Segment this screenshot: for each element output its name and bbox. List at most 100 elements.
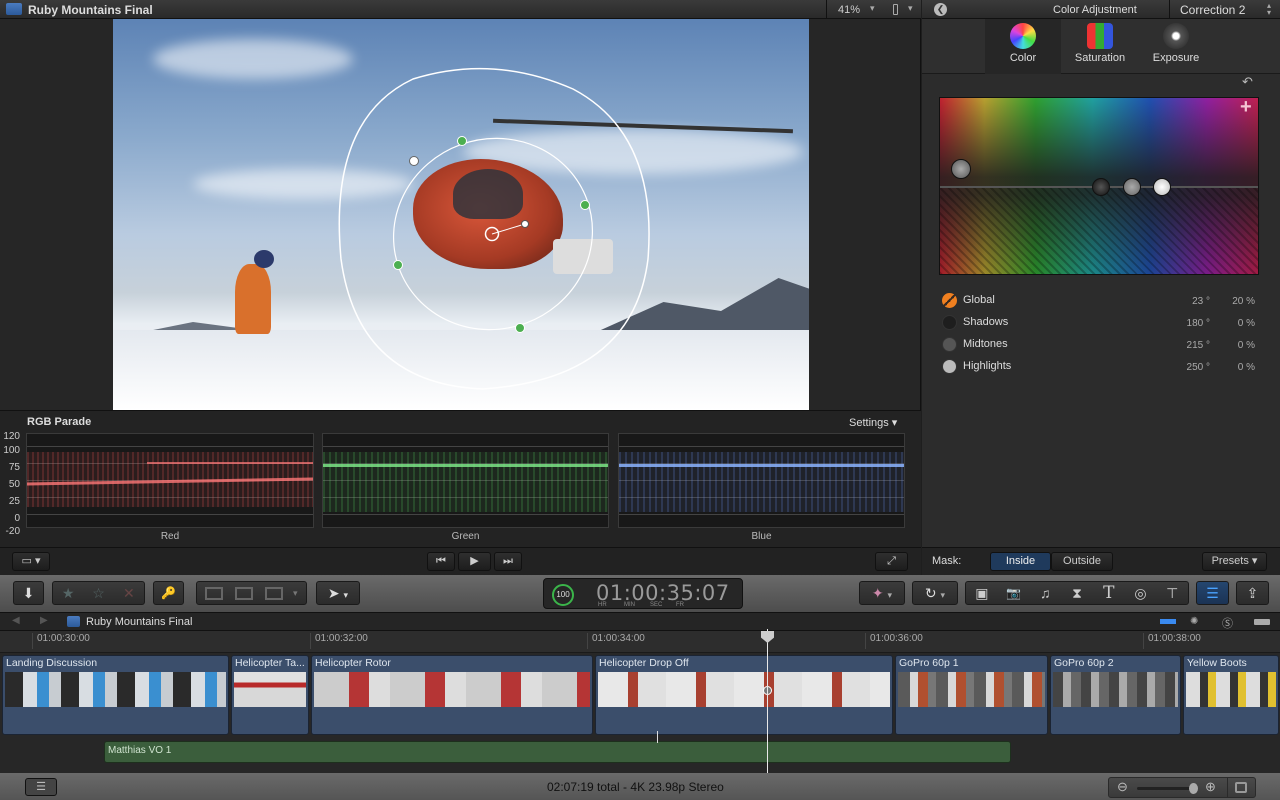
timeline-clip[interactable]: Yellow Boots: [1183, 655, 1279, 735]
clip-title: Helicopter Drop Off: [599, 657, 689, 669]
mask-outside-button[interactable]: Outside: [1051, 552, 1113, 571]
row-angle[interactable]: 215 °: [1162, 340, 1210, 351]
skimming-icon[interactable]: [1160, 619, 1176, 624]
themes-browser-icon[interactable]: ⊤: [1156, 582, 1188, 604]
control-row-global[interactable]: Global 23 ° 20 %: [942, 292, 1262, 312]
zoom-out-icon[interactable]: ⊖: [1117, 779, 1128, 795]
favorite-icon[interactable]: ★: [53, 582, 83, 604]
tab-label: Color: [1009, 52, 1037, 64]
viewer-layout-button[interactable]: ▭ ▾: [12, 552, 50, 571]
previous-icon: ⏮: [436, 555, 446, 567]
share-button[interactable]: ⇪: [1236, 581, 1269, 605]
audio-clip-title: Matthias VO 1: [108, 745, 172, 756]
color-board[interactable]: +: [939, 97, 1259, 275]
generators-browser-icon[interactable]: ◎: [1125, 582, 1157, 604]
music-browser-icon[interactable]: ♫: [1029, 582, 1061, 604]
row-percent[interactable]: 0 %: [1222, 318, 1255, 329]
playhead[interactable]: [767, 629, 768, 773]
photo-browser-icon[interactable]: 📷: [998, 582, 1030, 604]
mask-handle[interactable]: [393, 260, 403, 270]
solo-icon[interactable]: Ⓢ: [1222, 615, 1233, 631]
connect-icon[interactable]: [205, 587, 223, 600]
tab-saturation[interactable]: Saturation: [1062, 19, 1138, 74]
retime-button[interactable]: ↻ ▾: [912, 581, 958, 605]
snapping-icon[interactable]: [1254, 619, 1270, 625]
effects-browser-icon[interactable]: ▣: [966, 582, 998, 604]
forward-history-icon[interactable]: ▶: [40, 615, 48, 626]
correction-selector[interactable]: Correction 2: [1180, 3, 1245, 17]
clip-appearance-icon[interactable]: [1235, 782, 1247, 793]
fullscreen-button[interactable]: ⤢: [875, 552, 908, 571]
scope-title: RGB Parade: [27, 416, 92, 428]
add-icon[interactable]: +: [1240, 98, 1252, 119]
view-options-icon[interactable]: [893, 4, 898, 15]
view-options-dropdown-icon[interactable]: ▾: [908, 3, 913, 14]
shadows-puck[interactable]: [1092, 178, 1110, 196]
control-row-midtones[interactable]: Midtones 215 ° 0 %: [942, 336, 1262, 356]
background-tasks-progress[interactable]: 100: [552, 584, 574, 606]
mask-feather-outline[interactable]: [338, 67, 650, 390]
row-percent[interactable]: 20 %: [1222, 296, 1255, 307]
append-icon[interactable]: [265, 587, 283, 600]
transitions-browser-icon[interactable]: ⧗: [1061, 582, 1093, 604]
previous-edit-button[interactable]: ⏮: [427, 552, 455, 571]
mask-rotate-handle[interactable]: [409, 156, 419, 166]
shape-mask-overlay[interactable]: [113, 19, 809, 410]
mask-handle[interactable]: [580, 200, 590, 210]
control-row-shadows[interactable]: Shadows 180 ° 0 %: [942, 314, 1262, 334]
titles-browser-icon[interactable]: T: [1093, 582, 1125, 604]
insert-icon[interactable]: [235, 587, 253, 600]
timeline-clip[interactable]: Landing Discussion: [2, 655, 229, 735]
select-tool-button[interactable]: ➤ ▾: [316, 581, 360, 605]
next-edit-button[interactable]: ⏭: [494, 552, 522, 571]
import-button[interactable]: ⬇: [13, 581, 44, 605]
highlights-puck[interactable]: [1153, 178, 1171, 196]
back-history-icon[interactable]: ◀: [12, 615, 20, 626]
mask-inside-button[interactable]: Inside: [990, 552, 1051, 571]
zoom-level[interactable]: 41%: [838, 4, 860, 16]
row-angle[interactable]: 250 °: [1162, 362, 1210, 373]
clip-filmstrip: [598, 672, 890, 707]
row-percent[interactable]: 0 %: [1222, 362, 1255, 373]
unrate-icon[interactable]: ☆: [83, 582, 113, 604]
timeline-clip[interactable]: GoPro 60p 2: [1050, 655, 1181, 735]
y-tick: 0: [14, 513, 20, 524]
timeline-index-button[interactable]: ☰: [25, 778, 57, 796]
midtones-puck[interactable]: [1123, 178, 1141, 196]
zoom-in-icon[interactable]: ⊕: [1205, 779, 1216, 795]
row-angle[interactable]: 180 °: [1162, 318, 1210, 329]
arrow-icon: ➤: [327, 585, 340, 601]
play-button[interactable]: ▶: [458, 552, 491, 571]
enhance-button[interactable]: ✦ ▾: [859, 581, 905, 605]
presets-button[interactable]: Presets ▾: [1202, 552, 1267, 571]
timecode-display[interactable]: 100 01:00:35:07 HR MIN SEC FR: [543, 578, 743, 609]
tab-color[interactable]: Color: [985, 19, 1061, 74]
mask-handle[interactable]: [515, 323, 525, 333]
mask-angle-handle[interactable]: [521, 220, 529, 228]
zoom-dropdown-icon[interactable]: ▾: [870, 3, 875, 14]
audio-clip[interactable]: Matthias VO 1: [104, 741, 1011, 763]
stepper-icon[interactable]: ▴ ▾: [1267, 2, 1271, 17]
timeline-clip[interactable]: GoPro 60p 1: [895, 655, 1048, 735]
audio-skimming-icon[interactable]: ✺: [1190, 616, 1198, 627]
control-row-highlights[interactable]: Highlights 250 ° 0 %: [942, 358, 1262, 378]
timeline-clip[interactable]: Helicopter Rotor: [311, 655, 593, 735]
zoom-slider-thumb[interactable]: [1189, 783, 1198, 794]
timeline-clip[interactable]: Helicopter Ta...: [231, 655, 309, 735]
keyword-button[interactable]: 🔑: [153, 581, 184, 605]
timeline-clip[interactable]: Helicopter Drop Off: [595, 655, 893, 735]
row-percent[interactable]: 0 %: [1222, 340, 1255, 351]
global-puck[interactable]: [951, 159, 971, 179]
edit-options-dropdown-icon[interactable]: ▾: [293, 582, 298, 604]
back-icon[interactable]: ❮: [934, 3, 947, 16]
mask-handle[interactable]: [457, 136, 467, 146]
timeline-ruler[interactable]: 01:00:30:00 01:00:32:00 01:00:34:00 01:0…: [0, 631, 1280, 653]
inspector-button[interactable]: ☰: [1196, 581, 1229, 605]
scope-settings-button[interactable]: Settings ▾: [849, 416, 897, 429]
zoom-slider[interactable]: [1137, 787, 1195, 790]
tab-exposure[interactable]: Exposure: [1138, 19, 1214, 74]
video-frame[interactable]: [113, 19, 809, 410]
undo-icon[interactable]: ↶: [1242, 74, 1253, 90]
row-angle[interactable]: 23 °: [1162, 296, 1210, 307]
reject-icon[interactable]: ✕: [114, 582, 144, 604]
